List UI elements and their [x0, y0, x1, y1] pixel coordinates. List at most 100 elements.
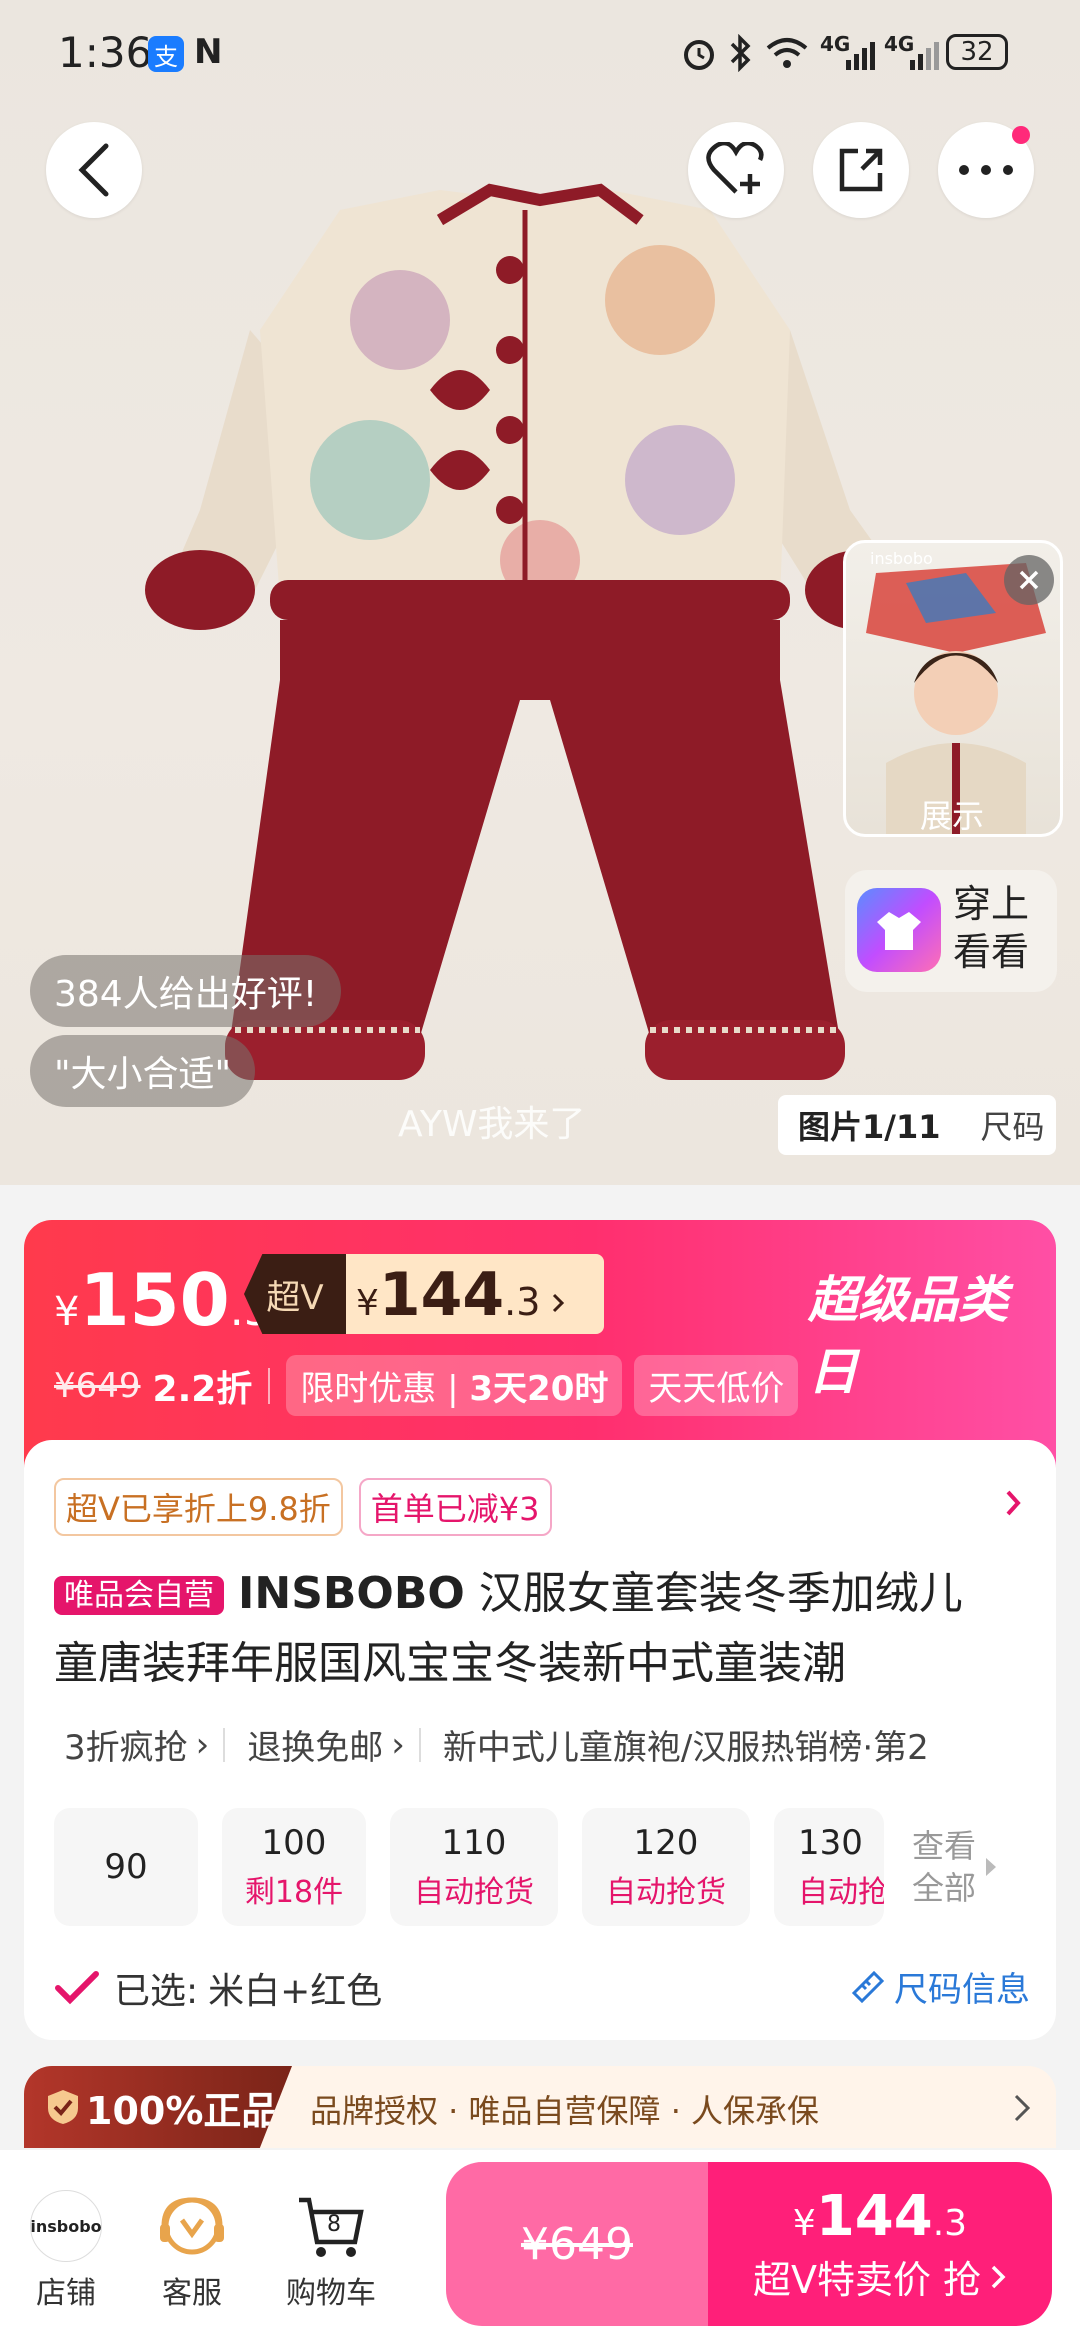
bottom-original-price: ¥649 — [521, 2218, 633, 2270]
service-free-return[interactable]: 退换免邮 — [247, 1720, 383, 1769]
size-value: 90 — [104, 1847, 148, 1887]
view-all-sizes-button[interactable]: 查看 全部 — [884, 1808, 1034, 1926]
view-all-line1: 查看 — [912, 1827, 977, 1865]
chevron-right-icon — [991, 2265, 1006, 2288]
bluetooth-icon — [730, 34, 751, 72]
genuine-badge: 100%正品 — [24, 2066, 292, 2148]
title-line1: 汉服女童套装冬季加绒儿 — [478, 1568, 963, 1619]
thumbnail-brand: insbobo — [870, 549, 933, 568]
limited-time: 3天20时 — [469, 1369, 609, 1409]
current-price: ¥ 150 .3 — [54, 1258, 272, 1342]
alipay-icon: 支 — [148, 36, 184, 72]
self-operated-badge: 唯品会自营 — [54, 1576, 224, 1615]
size-info-link[interactable]: 尺码信息 — [850, 1962, 1030, 2011]
close-icon — [1019, 570, 1039, 590]
size-value: 120 — [633, 1823, 699, 1863]
buy-price-decimal: .3 — [932, 2203, 968, 2244]
store-button[interactable]: insbobo 店铺 — [30, 2190, 102, 2312]
favorite-button[interactable] — [688, 122, 784, 218]
size-info-label: 尺码信息 — [894, 1970, 1030, 2010]
triangle-right-icon — [986, 1858, 997, 1876]
review-comment-pill[interactable]: "大小合适" — [30, 1035, 256, 1107]
discount-rate: 2.2折 — [152, 1368, 253, 1410]
size-option-90[interactable]: 90 — [54, 1808, 198, 1926]
assurance-text: 品牌授权 · 唯品自营保障 · 人保承保 — [310, 2092, 820, 2130]
cart-label: 购物车 — [286, 2276, 376, 2311]
nfc-icon: N — [194, 32, 223, 72]
image-watermark: AYW我来了 — [398, 1104, 586, 1145]
size-stock: 剩18件 — [244, 1875, 344, 1910]
battery-indicator: 32 — [946, 34, 1008, 70]
superv-price-badge[interactable]: 超V ¥ 144 .3 — [244, 1254, 604, 1334]
buy-currency: ¥ — [792, 2203, 816, 2244]
cart-count: 8 — [327, 2212, 341, 2237]
try-on-button[interactable]: 穿上 看看 — [845, 870, 1057, 992]
original-price-section[interactable]: ¥649 — [446, 2162, 708, 2326]
status-bar: 1:36 支 N 4G 4G 32 — [0, 0, 1080, 105]
close-thumbnail-button[interactable] — [1004, 555, 1054, 605]
size-value: 100 — [261, 1823, 327, 1863]
first-order-tag: 首单已减¥3 — [358, 1478, 552, 1536]
selected-label: 已选: — [114, 1971, 199, 2012]
superv-buy-section[interactable]: ¥ 144 .3 超V特卖价 抢 — [708, 2162, 1052, 2326]
size-value: 110 — [441, 1823, 507, 1863]
ruler-icon — [851, 1970, 885, 2003]
superv-price-decimal: .3 — [504, 1280, 541, 1324]
tab-size[interactable]: 尺码 — [981, 1102, 1045, 1148]
superv-label: 超V — [244, 1254, 346, 1334]
signal-2-icon — [910, 42, 939, 70]
limited-offer-chip: 限时优惠 | 3天20时 — [286, 1355, 623, 1416]
superv-price-main: 144 — [378, 1260, 505, 1330]
chevron-left-icon — [78, 143, 109, 197]
promo-tags[interactable]: 超V已享折上9.8折 首单已减¥3 — [54, 1478, 552, 1536]
tab-images[interactable]: 图片1/11 — [798, 1102, 941, 1148]
title-brand: INSBOBO — [238, 1568, 465, 1619]
view-all-line2: 全部 — [912, 1869, 977, 1907]
title-line2: 童唐装拜年服国风宝宝冬装新中式童装潮 — [54, 1638, 846, 1689]
back-button[interactable] — [46, 122, 142, 218]
more-dots-icon — [959, 165, 1013, 175]
size-option-130[interactable]: 130 自动抢 — [774, 1808, 884, 1926]
thumbnail-label: 展示 — [920, 797, 985, 835]
service-flash-sale[interactable]: 3折疯抢 — [64, 1720, 188, 1769]
buy-label: 超V特卖价 抢 — [752, 2258, 982, 2302]
selected-variant-row[interactable]: 已选: 米白+红色 — [54, 1962, 382, 2014]
price-banner: ¥ 150 .3 超V ¥ 144 .3 超级品类日 ¥649 2.2折 限时优… — [24, 1220, 1056, 1470]
assurance-banner[interactable]: 100%正品 品牌授权 · 唯品自营保障 · 人保承保 — [24, 2066, 1056, 2148]
superv-currency: ¥ — [356, 1283, 379, 1324]
size-option-110[interactable]: 110 自动抢货 — [390, 1808, 558, 1926]
alarm-icon — [684, 40, 714, 70]
signal-1-icon — [846, 42, 875, 70]
share-icon — [839, 148, 883, 192]
divider — [268, 1367, 271, 1404]
shield-check-icon — [48, 2090, 78, 2124]
price-detail-row: ¥649 2.2折 限时优惠 | 3天20时 天天低价 — [54, 1355, 799, 1416]
buy-button[interactable]: ¥649 ¥ 144 .3 超V特卖价 抢 — [446, 2162, 1052, 2326]
service-row[interactable]: 3折疯抢 › 退换免邮 › 新中式儿童旗袍/汉服热销榜·第2 — [64, 1720, 1054, 1769]
cart-button[interactable]: 8 购物车 — [286, 2190, 376, 2312]
price-main: 150 — [79, 1258, 230, 1342]
video-thumbnail[interactable]: insbobo 展示 — [843, 540, 1063, 837]
share-button[interactable] — [813, 122, 909, 218]
size-stock: 自动抢货 — [414, 1875, 534, 1910]
superv-discount-tag: 超V已享折上9.8折 — [54, 1478, 343, 1536]
product-info-card: 超V已享折上9.8折 首单已减¥3 唯品会自营 INSBOBO 汉服女童套装冬季… — [24, 1440, 1056, 2040]
buy-price-main: 144 — [815, 2184, 933, 2249]
size-stock: 自动抢货 — [606, 1875, 726, 1910]
check-icon — [55, 1971, 99, 2005]
review-count-pill[interactable]: 384人给出好评! — [30, 955, 342, 1027]
original-price: ¥649 — [54, 1365, 141, 1406]
size-option-120[interactable]: 120 自动抢货 — [582, 1808, 750, 1926]
size-value: 130 — [798, 1823, 863, 1863]
product-image-area[interactable]: 384人给出好评! "大小合适" AYW我来了 insbobo 展示 穿上 看看… — [0, 0, 1080, 1185]
notification-dot — [1012, 126, 1030, 144]
daily-low-chip: 天天低价 — [634, 1355, 799, 1416]
size-option-100[interactable]: 100 剩18件 — [222, 1808, 366, 1926]
wifi-icon — [766, 38, 808, 68]
try-on-label-line1: 穿上 — [953, 882, 1030, 926]
image-tabs[interactable]: 图片1/11 尺码 — [778, 1095, 1056, 1155]
customer-service-button[interactable]: 客服 — [156, 2190, 228, 2312]
service-ranking[interactable]: 新中式儿童旗袍/汉服热销榜·第2 — [443, 1720, 929, 1769]
promo-chevron-icon[interactable] — [1004, 1488, 1024, 1518]
price-currency: ¥ — [54, 1289, 80, 1335]
